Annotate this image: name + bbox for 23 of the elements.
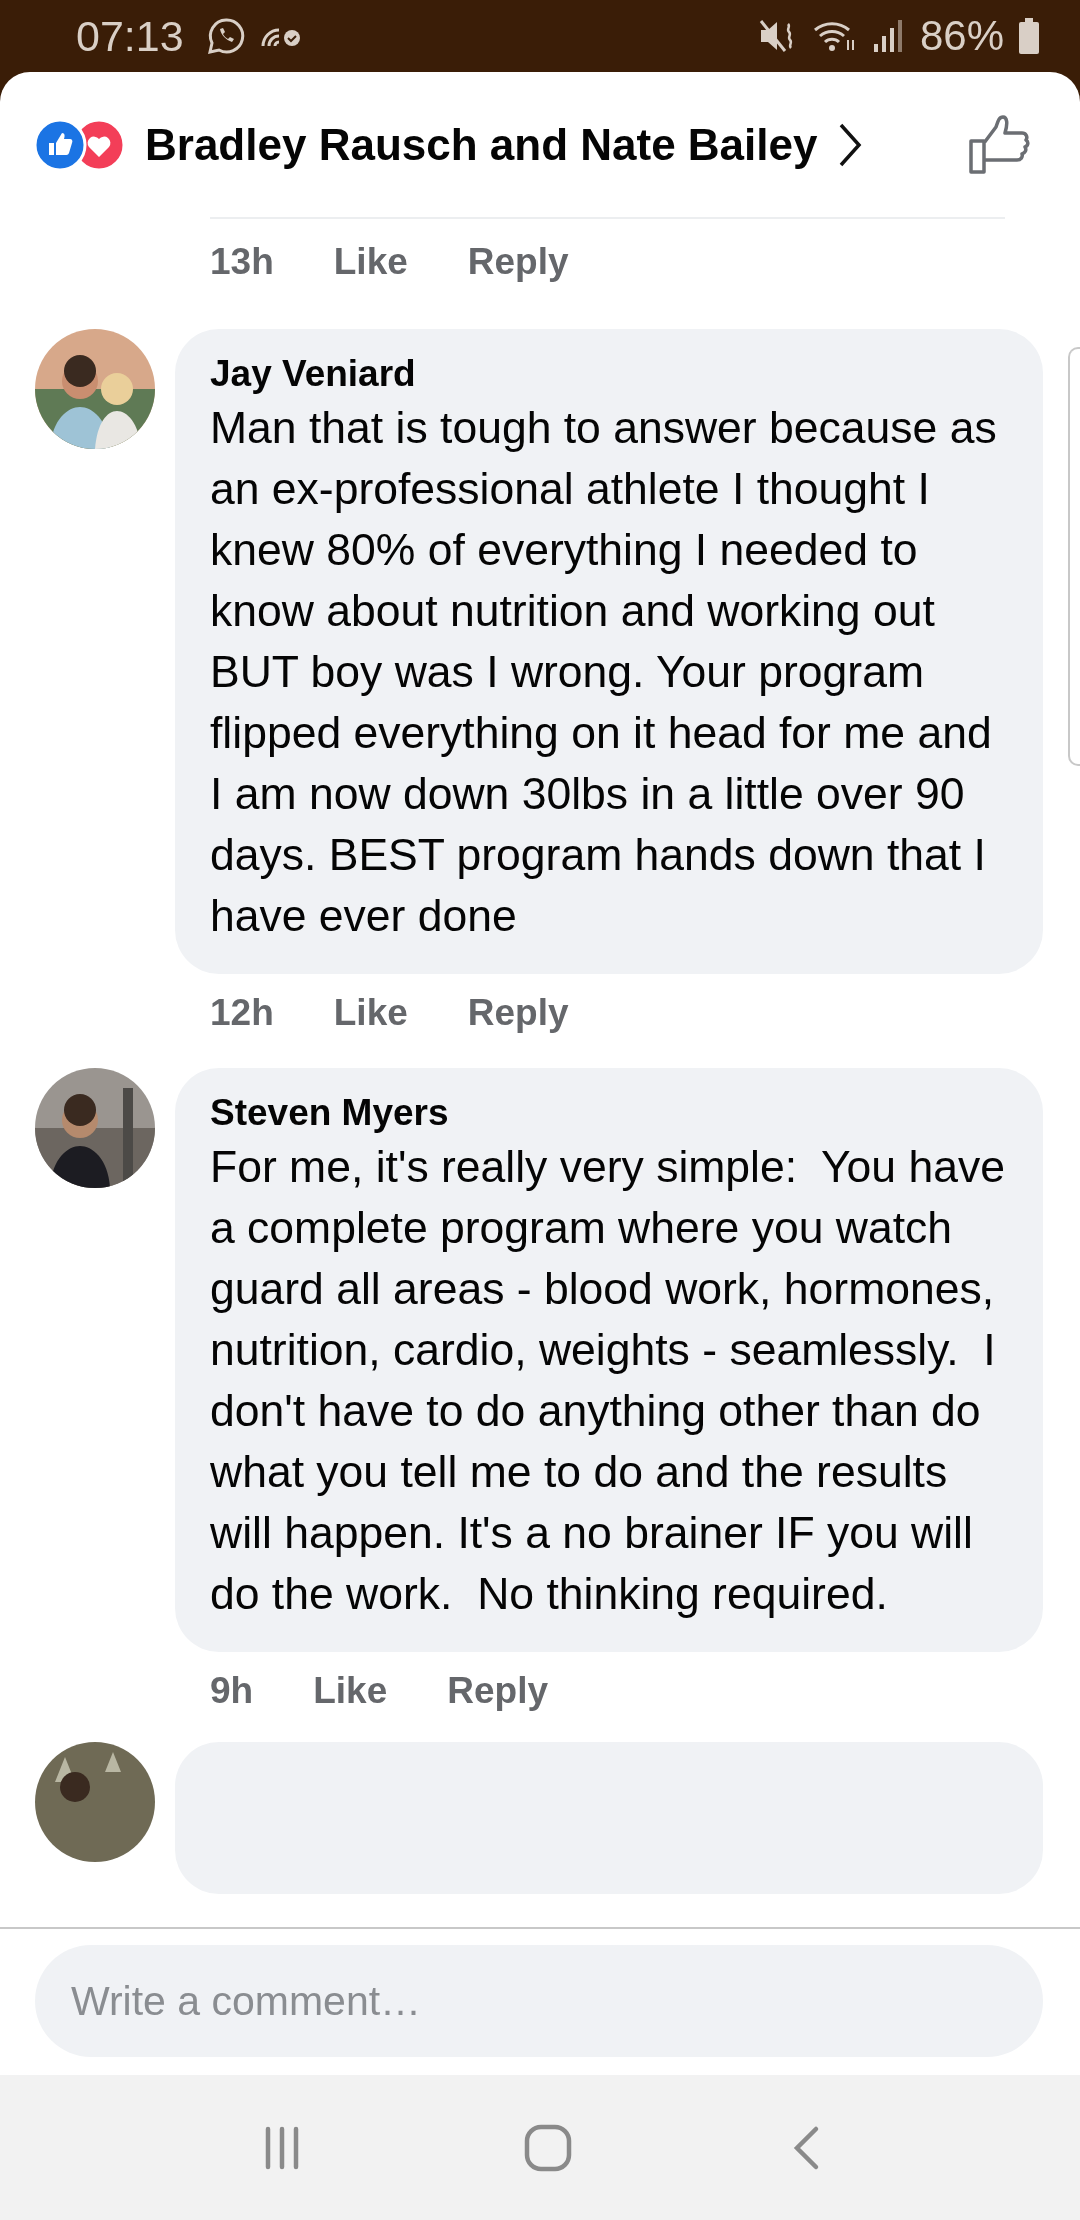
clock: 07:13 (76, 11, 184, 61)
reply-link[interactable]: Reply (467, 992, 569, 1048)
scrollbar[interactable] (1068, 347, 1080, 766)
comment-time: 9h (210, 1670, 254, 1713)
battery-percent: 86% (919, 12, 1004, 60)
battery-icon (1018, 17, 1040, 55)
like-link[interactable]: Like (333, 992, 408, 1048)
author-name[interactable]: Jay Veniard (210, 353, 1005, 395)
like-link[interactable]: Like (333, 241, 408, 309)
comment-input[interactable]: Write a comment… (35, 1945, 1043, 2057)
reactors-title[interactable]: Bradley Rausch and Nate Bailey (145, 119, 818, 170)
home-icon[interactable] (523, 2122, 573, 2173)
author-name[interactable]: Steven Myers (210, 1092, 1005, 1134)
chat-bubble-icon (205, 16, 246, 56)
comment-text: For me, it's really very simple: You have a complete program where you watch guard all areas - blood work, hormones, nutrition, cardio, weights - seamlessly. I don't have to do anything other than do what you tell me to do and the results will happen. It's a no brainer IF you will do the work. No thinking required. (210, 1141, 1005, 1620)
thumbs-up-icon[interactable] (968, 114, 1030, 175)
like-link[interactable]: Like (313, 1670, 388, 1726)
back-icon[interactable] (791, 2124, 821, 2171)
reply-link[interactable]: Reply (467, 241, 569, 309)
comment-time: 12h (210, 992, 274, 1035)
reply-link[interactable]: Reply (447, 1670, 548, 1726)
comment-time: 13h (210, 241, 274, 284)
comment-text: Man that is tough to answer because as an ex-professional athlete I thought I knew 80% of everything I needed to know about nutrition and working out BUT boy was I wrong. Your program flipped everything on it head for me and I am now down 30lbs in a little over 90 days. BEST program hands down that I have ever done (210, 402, 998, 942)
